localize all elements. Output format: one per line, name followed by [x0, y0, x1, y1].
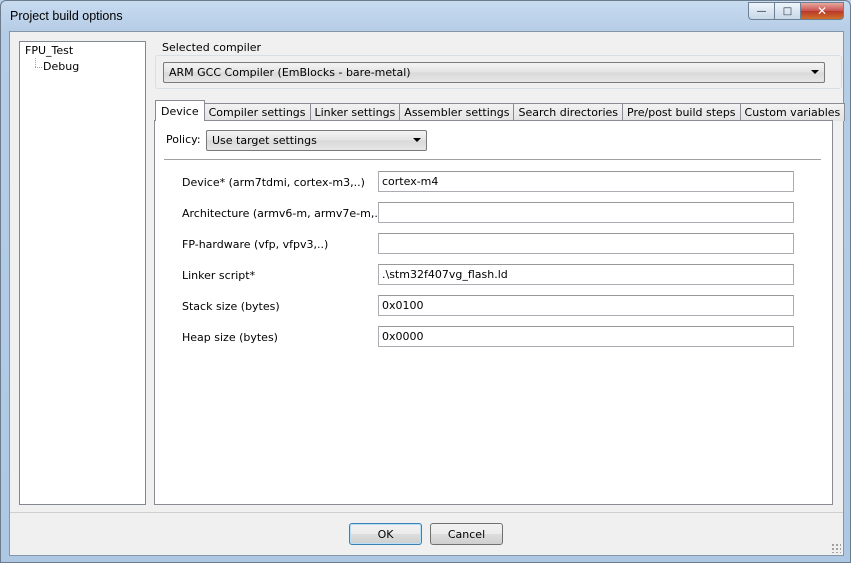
- selected-compiler-label: Selected compiler: [162, 41, 262, 54]
- policy-label: Policy:: [166, 133, 201, 146]
- linker-script-input[interactable]: [378, 264, 794, 285]
- caption-buttons: — □ ✕: [748, 2, 844, 22]
- project-build-options-window: Project build options — □ ✕ FPU_Test Deb…: [0, 0, 851, 563]
- policy-select[interactable]: Use target settings: [206, 130, 427, 151]
- tab-search-directories[interactable]: Search directories: [513, 103, 624, 121]
- heap-size-label: Heap size (bytes): [182, 331, 278, 344]
- footer-divider: [10, 512, 843, 513]
- linker-script-label: Linker script*: [182, 269, 256, 282]
- cancel-button[interactable]: Cancel: [430, 523, 503, 545]
- project-tree[interactable]: FPU_Test Debug: [19, 41, 146, 505]
- resize-grip-icon[interactable]: [831, 543, 841, 553]
- architecture-input[interactable]: [378, 202, 794, 223]
- divider: [164, 159, 821, 160]
- heap-size-input[interactable]: [378, 326, 794, 347]
- architecture-label: Architecture (armv6-m, armv7e-m,..): [182, 207, 386, 220]
- title-bar[interactable]: Project build options — □ ✕: [1, 1, 850, 31]
- fp-hardware-label: FP-hardware (vfp, vfpv3,..): [182, 238, 329, 251]
- tab-assembler-settings[interactable]: Assembler settings: [399, 103, 515, 121]
- tab-linker-settings[interactable]: Linker settings: [309, 103, 401, 121]
- tree-connector-line: [35, 67, 42, 68]
- minimize-button[interactable]: —: [748, 2, 774, 20]
- window-title: Project build options: [10, 9, 123, 23]
- settings-tabs: Device Compiler settings Linker settings…: [155, 100, 846, 121]
- compiler-select[interactable]: ARM GCC Compiler (EmBlocks - bare-metal): [163, 62, 825, 83]
- tab-custom-variables[interactable]: Custom variables: [739, 103, 846, 121]
- device-label: Device* (arm7tdmi, cortex-m3,..): [182, 176, 365, 189]
- compiler-select-value: ARM GCC Compiler (EmBlocks - bare-metal): [169, 66, 411, 79]
- tree-item-project[interactable]: FPU_Test: [25, 44, 73, 57]
- dialog-client-area: FPU_Test Debug Selected compiler ARM GCC…: [9, 31, 846, 556]
- device-tab-panel: Policy: Use target settings Device* (arm…: [154, 120, 833, 505]
- ok-button[interactable]: OK: [349, 523, 422, 545]
- fp-hardware-input[interactable]: [378, 233, 794, 254]
- policy-select-value: Use target settings: [212, 134, 317, 147]
- chevron-down-icon: [413, 138, 421, 142]
- close-button[interactable]: ✕: [800, 2, 844, 20]
- stack-size-label: Stack size (bytes): [182, 300, 280, 313]
- maximize-button[interactable]: □: [774, 2, 800, 20]
- tab-device[interactable]: Device: [155, 100, 205, 121]
- tree-connector-line: [35, 58, 36, 67]
- stack-size-input[interactable]: [378, 295, 794, 316]
- chevron-down-icon: [811, 70, 819, 74]
- tab-pre-post-build-steps[interactable]: Pre/post build steps: [622, 103, 741, 121]
- device-input[interactable]: [378, 171, 794, 192]
- tab-compiler-settings[interactable]: Compiler settings: [203, 103, 311, 121]
- tree-item-debug-target[interactable]: Debug: [43, 60, 79, 73]
